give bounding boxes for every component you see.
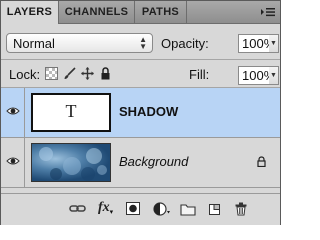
panel-tab-bar: LAYERS CHANNELS PATHS xyxy=(1,1,280,24)
type-layer-icon: T xyxy=(65,101,77,121)
chevron-down-icon: ▼ xyxy=(270,40,277,47)
layer-style-icon[interactable]: fx▾ xyxy=(98,200,120,216)
tab-channels[interactable]: CHANNELS xyxy=(59,1,135,23)
blend-mode-select[interactable]: Normal ▲ ▼ xyxy=(6,33,153,53)
layer-name[interactable]: SHADOW xyxy=(119,104,178,119)
opacity-label: Opacity: xyxy=(161,36,209,51)
layers-panel: LAYERS CHANNELS PATHS Normal ▲ ▼ Opacity:… xyxy=(0,0,281,225)
divider xyxy=(1,59,280,60)
eye-icon xyxy=(6,157,20,165)
tab-paths[interactable]: PATHS xyxy=(135,1,187,23)
layer-mask-icon[interactable] xyxy=(126,202,142,216)
layer-thumbnail-text[interactable]: T xyxy=(31,93,111,132)
lock-image-pixels-icon[interactable] xyxy=(63,67,76,83)
layers-bottom-toolbar: fx▾ xyxy=(1,193,280,225)
delete-layer-icon[interactable] xyxy=(234,202,250,216)
chevron-down-icon: ▼ xyxy=(270,72,277,79)
select-arrows-icon: ▲ ▼ xyxy=(139,35,147,51)
layer-row-background[interactable]: Background xyxy=(1,138,280,188)
opacity-input[interactable]: 100% xyxy=(238,34,275,53)
fill-label: Fill: xyxy=(189,67,210,82)
lock-position-icon[interactable] xyxy=(81,67,94,83)
lock-transparent-pixels-icon[interactable] xyxy=(45,67,58,83)
tab-layers[interactable]: LAYERS xyxy=(1,1,59,24)
adjustment-layer-icon[interactable] xyxy=(153,202,170,216)
new-group-icon[interactable] xyxy=(180,202,196,216)
lock-label: Lock: xyxy=(9,67,41,82)
layer-row-shadow[interactable]: T SHADOW xyxy=(1,88,280,138)
layer-thumbnail-image[interactable] xyxy=(31,143,111,182)
layer-name[interactable]: Background xyxy=(119,154,188,169)
new-layer-icon[interactable] xyxy=(208,202,224,216)
blend-mode-value: Normal xyxy=(13,36,55,51)
visibility-toggle[interactable] xyxy=(1,138,25,187)
fill-dropdown-button[interactable]: ▼ xyxy=(269,66,279,85)
link-layers-icon[interactable] xyxy=(69,202,86,216)
lock-all-icon[interactable] xyxy=(100,67,111,83)
panel-menu-icon[interactable] xyxy=(260,5,276,19)
opacity-dropdown-button[interactable]: ▼ xyxy=(269,34,279,53)
texture-preview xyxy=(39,147,107,181)
eye-icon xyxy=(6,107,20,115)
layer-locked-icon xyxy=(257,156,266,170)
visibility-toggle[interactable] xyxy=(1,88,25,137)
fill-input[interactable]: 100% xyxy=(238,66,275,85)
